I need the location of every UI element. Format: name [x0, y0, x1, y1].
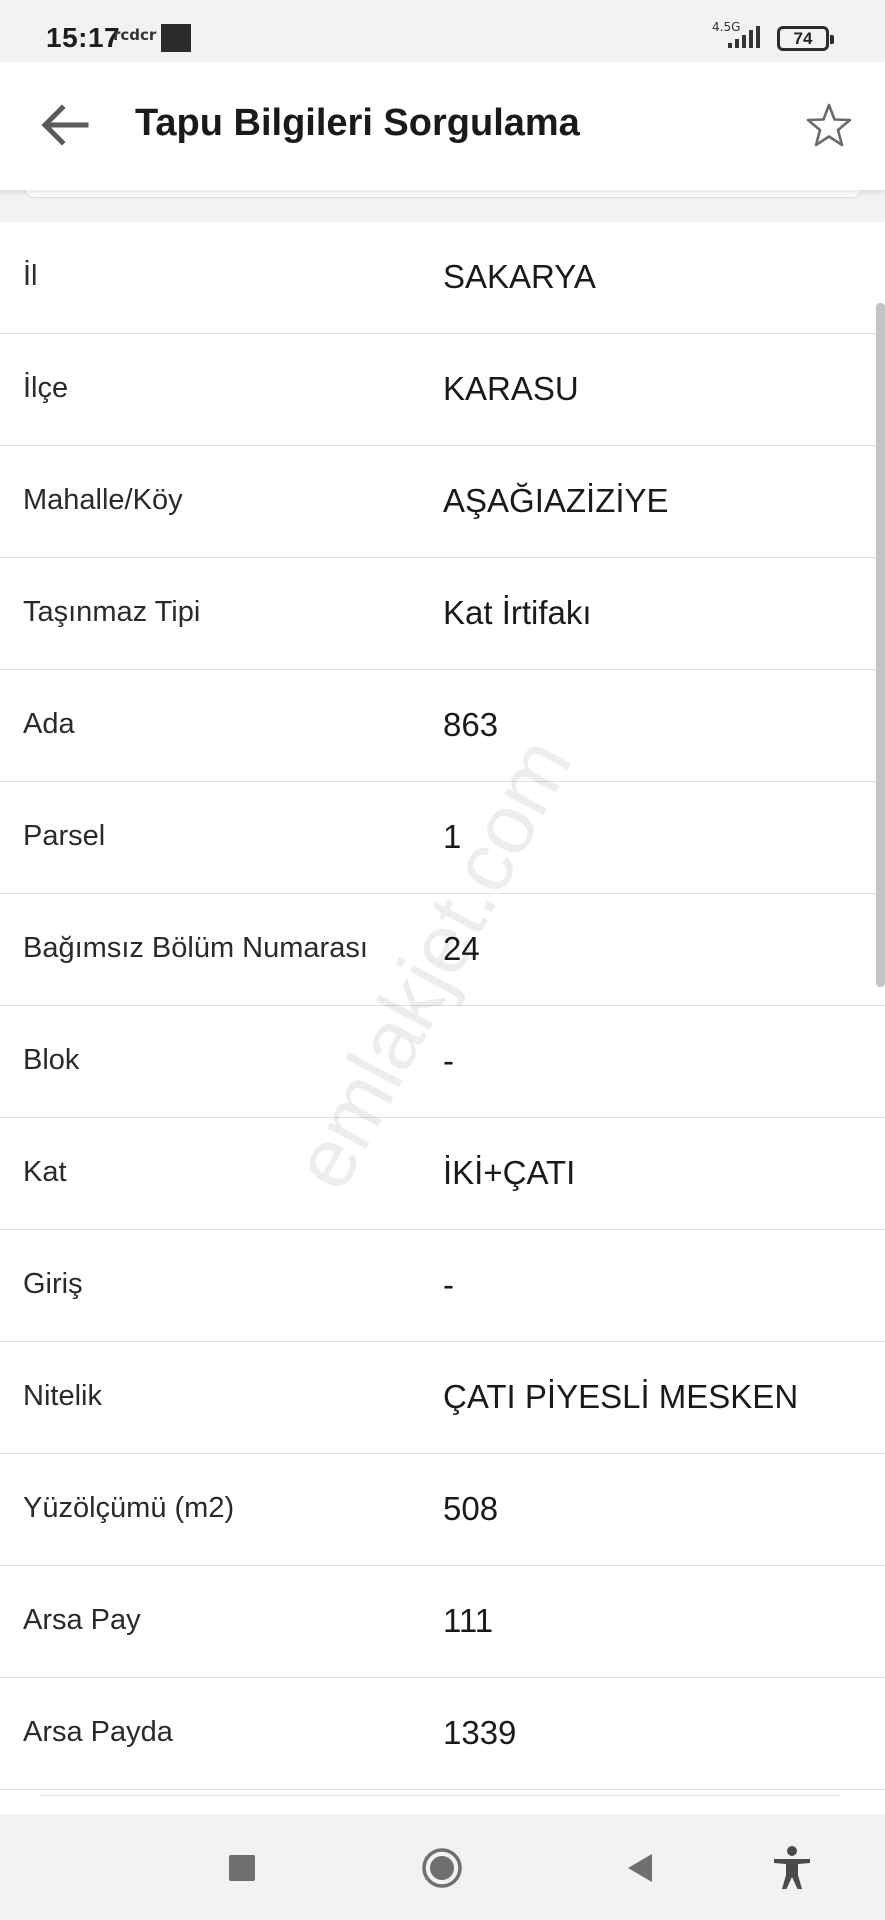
property-info-list: İl SAKARYA İlçe KARASU Mahalle/Köy AŞAĞIAZİZİ… — [0, 222, 885, 1790]
info-label: Arsa Pay — [23, 1604, 141, 1636]
info-row: İlçe KARASU — [0, 334, 885, 446]
list-tail — [0, 1790, 885, 1814]
info-label: İl — [23, 260, 38, 292]
info-value: Kat İrtifakı — [443, 594, 592, 631]
list-divider — [40, 1795, 840, 1796]
info-row: Arsa Payda 1339 — [0, 1678, 885, 1790]
status-bar: 15:17 rcdcr 4.5G 74 — [0, 0, 885, 62]
info-label: Yüzölçümü (m2) — [23, 1492, 235, 1524]
info-row: Arsa Pay 111 — [0, 1566, 885, 1678]
arrow-left-icon[interactable] — [36, 100, 92, 150]
info-row: Blok - — [0, 1006, 885, 1118]
info-value: AŞAĞIAZİZİYE — [443, 482, 669, 519]
info-label: Giriş — [23, 1268, 83, 1300]
info-value: İKİ+ÇATI — [443, 1154, 576, 1191]
info-value: KARASU — [443, 370, 579, 407]
info-label: Kat — [23, 1156, 67, 1188]
info-label: Nitelik — [23, 1380, 102, 1412]
info-row: İl SAKARYA — [0, 222, 885, 334]
navigation-bar — [0, 1814, 885, 1920]
info-label: Ada — [23, 708, 75, 740]
info-value: 111 — [443, 1602, 494, 1639]
info-label: Taşınmaz Tipi — [23, 596, 201, 628]
info-row: Taşınmaz Tipi Kat İrtifakı — [0, 558, 885, 670]
recents-square-icon[interactable] — [216, 1842, 268, 1894]
info-label: İlçe — [23, 372, 69, 404]
app-bar: Tapu Bilgileri Sorgulama — [0, 62, 885, 190]
accessibility-icon[interactable] — [766, 1842, 818, 1894]
info-value: 24 — [443, 930, 480, 967]
info-value: 863 — [443, 706, 499, 743]
info-row: Bağımsız Bölüm Numarası 24 — [0, 894, 885, 1006]
app-thumbnail-icon — [161, 24, 191, 52]
battery-icon: 74 — [777, 26, 834, 51]
info-row: Ada 863 — [0, 670, 885, 782]
page-title: Tapu Bilgileri Sorgulama — [135, 102, 580, 144]
scrollbar[interactable] — [876, 303, 885, 987]
home-circle-icon[interactable] — [416, 1842, 468, 1894]
info-label: Mahalle/Köy — [23, 484, 183, 516]
info-row: Kat İKİ+ÇATI — [0, 1118, 885, 1230]
status-time: 15:17 — [46, 22, 121, 53]
info-row: Giriş - — [0, 1230, 885, 1342]
info-value: 1 — [443, 818, 462, 855]
info-label: Blok — [23, 1044, 80, 1076]
info-value: 508 — [443, 1490, 499, 1527]
info-value: - — [443, 1042, 454, 1079]
info-value: ÇATI PİYESLİ MESKEN — [443, 1378, 799, 1415]
star-outline-icon[interactable] — [803, 100, 855, 152]
info-label: Parsel — [23, 820, 106, 852]
info-row: Mahalle/Köy AŞAĞIAZİZİYE — [0, 446, 885, 558]
info-row: Parsel 1 — [0, 782, 885, 894]
info-value: SAKARYA — [443, 258, 596, 295]
info-value: 1339 — [443, 1714, 517, 1751]
info-label: Bağımsız Bölüm Numarası — [23, 932, 368, 964]
info-label: Arsa Payda — [23, 1716, 173, 1748]
info-row: Nitelik ÇATI PİYESLİ MESKEN — [0, 1342, 885, 1454]
signal-icon — [728, 26, 760, 48]
status-app-mark: rcdcr — [113, 26, 157, 44]
back-triangle-icon[interactable] — [614, 1842, 666, 1894]
info-row: Yüzölçümü (m2) 508 — [0, 1454, 885, 1566]
info-value: - — [443, 1266, 454, 1303]
